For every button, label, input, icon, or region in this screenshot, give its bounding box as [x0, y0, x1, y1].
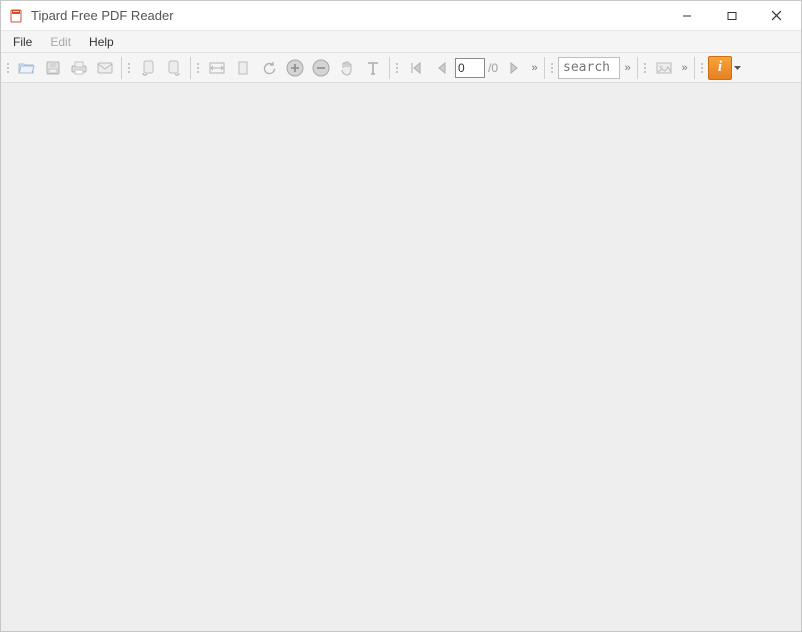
page-total-label: /0 — [485, 61, 501, 75]
toolbar-grip[interactable] — [550, 56, 556, 80]
first-page-button[interactable] — [403, 55, 429, 81]
toolbar: /0 » search » » i — [1, 53, 801, 83]
print-button[interactable] — [66, 55, 92, 81]
menu-edit[interactable]: Edit — [42, 33, 79, 51]
doc-arrow-left-icon — [140, 59, 156, 77]
toolbar-grip[interactable] — [643, 56, 649, 80]
hand-tool-button[interactable] — [334, 55, 360, 81]
zoom-out-icon — [311, 58, 331, 78]
prev-page-icon — [435, 60, 449, 76]
about-button[interactable]: i — [708, 56, 732, 80]
zoom-in-icon — [285, 58, 305, 78]
about-dropdown[interactable] — [732, 66, 742, 70]
toolbar-separator — [544, 57, 545, 79]
rotate-icon — [261, 60, 277, 76]
close-button[interactable] — [754, 1, 799, 30]
text-select-button[interactable] — [360, 55, 386, 81]
toolbar-grip[interactable] — [127, 56, 133, 80]
toolbar-grip[interactable] — [395, 56, 401, 80]
toolbar-grip[interactable] — [196, 56, 202, 80]
rotate-button[interactable] — [256, 55, 282, 81]
window-controls — [664, 1, 799, 30]
open-folder-icon — [18, 60, 36, 76]
fit-width-button[interactable] — [204, 55, 230, 81]
search-input[interactable]: search — [558, 57, 620, 79]
image-icon — [655, 60, 673, 76]
menu-file[interactable]: File — [5, 33, 40, 51]
fit-width-icon — [208, 60, 226, 76]
maximize-button[interactable] — [709, 1, 754, 30]
next-page-button[interactable] — [501, 55, 527, 81]
app-icon — [9, 8, 25, 24]
print-icon — [70, 60, 88, 76]
text-select-icon — [366, 60, 380, 76]
overflow-button[interactable]: » — [620, 55, 634, 81]
prev-page-button[interactable] — [429, 55, 455, 81]
search-placeholder: search — [563, 60, 610, 75]
next-doc-button[interactable] — [161, 55, 187, 81]
toolbar-grip[interactable] — [6, 56, 12, 80]
toolbar-grip[interactable] — [700, 56, 706, 80]
fit-page-button[interactable] — [230, 55, 256, 81]
prev-doc-button[interactable] — [135, 55, 161, 81]
snapshot-button[interactable] — [651, 55, 677, 81]
minimize-button[interactable] — [664, 1, 709, 30]
toolbar-separator — [389, 57, 390, 79]
overflow-button[interactable]: » — [527, 55, 541, 81]
toolbar-separator — [121, 57, 122, 79]
title-bar: Tipard Free PDF Reader — [1, 1, 801, 31]
mail-button[interactable] — [92, 55, 118, 81]
toolbar-separator — [694, 57, 695, 79]
toolbar-separator — [190, 57, 191, 79]
page-number-input[interactable] — [455, 58, 485, 78]
zoom-out-button[interactable] — [308, 55, 334, 81]
open-button[interactable] — [14, 55, 40, 81]
first-page-icon — [408, 60, 424, 76]
doc-arrow-right-icon — [166, 59, 182, 77]
zoom-in-button[interactable] — [282, 55, 308, 81]
document-area — [1, 83, 801, 631]
toolbar-separator — [637, 57, 638, 79]
save-icon — [45, 60, 61, 76]
hand-tool-icon — [339, 59, 355, 77]
mail-icon — [96, 61, 114, 75]
about-icon: i — [718, 59, 722, 76]
window-title: Tipard Free PDF Reader — [31, 8, 174, 23]
save-button[interactable] — [40, 55, 66, 81]
next-page-icon — [507, 60, 521, 76]
menu-help[interactable]: Help — [81, 33, 122, 51]
fit-page-icon — [236, 60, 250, 76]
overflow-button[interactable]: » — [677, 55, 691, 81]
menu-bar: File Edit Help — [1, 31, 801, 53]
